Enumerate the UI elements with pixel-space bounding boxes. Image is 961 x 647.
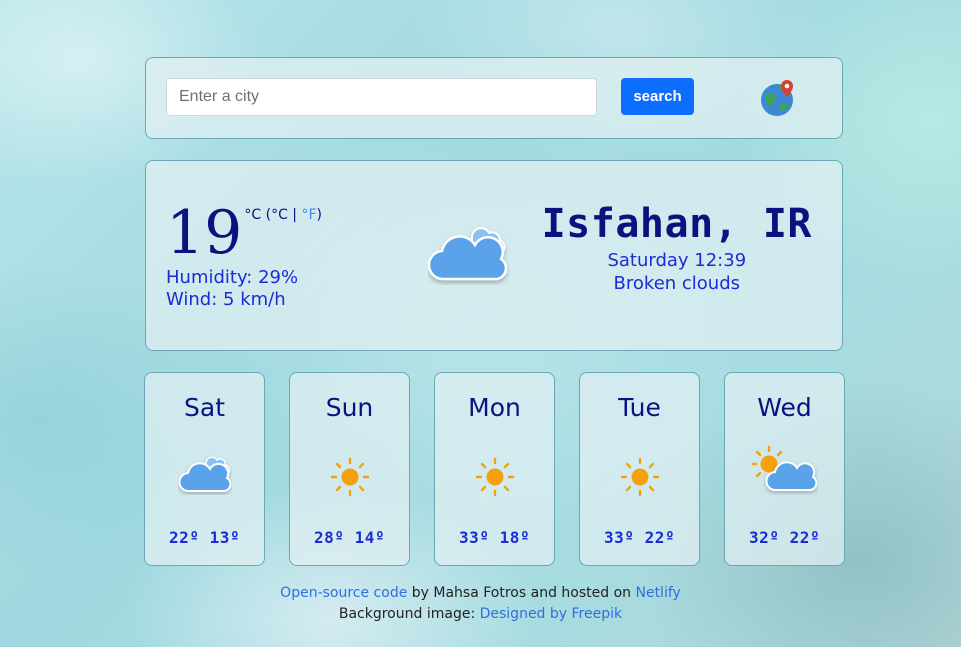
footer: Open-source code by Mahsa Fotros and hos… — [0, 583, 961, 625]
forecast-day: Tue — [618, 393, 661, 422]
city-name: Isfahan, IR — [541, 201, 812, 247]
sun-icon — [620, 457, 660, 501]
search-panel: search — [145, 57, 843, 139]
current-temperature: 19 — [166, 198, 243, 268]
forecast-day: Wed — [757, 393, 812, 422]
forecast-card: Tue 33º 22º — [579, 372, 700, 566]
forecast-temperatures: 33º 22º — [604, 528, 675, 547]
city-search-input[interactable] — [166, 78, 597, 116]
broken-clouds-icon — [427, 213, 510, 285]
current-weather-panel: 19 °C (°C | °F) Humidity: 29% Wind: 5 km/… — [145, 160, 843, 351]
forecast-card: Mon 33º 18º — [434, 372, 555, 566]
broken-clouds-icon — [178, 447, 232, 499]
forecast-temperatures: 33º 18º — [459, 528, 530, 547]
temperature-block: 19 °C (°C | °F) Humidity: 29% Wind: 5 km/… — [166, 199, 322, 311]
freepik-link[interactable]: Designed by Freepik — [480, 606, 623, 622]
unit-label: °C — [244, 207, 262, 223]
sun-icon — [475, 457, 515, 501]
location-block: Isfahan, IR Saturday 12:39 Broken clouds — [542, 199, 812, 295]
forecast-card: Wed 32º 22º — [724, 372, 845, 566]
forecast-day: Mon — [468, 393, 521, 422]
forecast-day: Sun — [325, 393, 374, 422]
celsius-link[interactable]: °C — [271, 207, 288, 223]
footer-bg-text: Background image: — [338, 606, 480, 622]
unit-paren-open: ( — [261, 207, 272, 223]
unit-toggle: °C (°C | °F) — [244, 207, 322, 223]
wind-speed: Wind: 5 km/h — [166, 289, 286, 310]
fahrenheit-link[interactable]: °F — [301, 207, 316, 223]
unit-separator: | — [287, 207, 302, 223]
forecast-temperatures: 28º 14º — [314, 528, 385, 547]
humidity: Humidity: 29% — [166, 267, 299, 288]
sun-icon — [330, 457, 370, 501]
footer-by-text: by Mahsa Fotros and hosted on — [407, 585, 636, 601]
netlify-link[interactable]: Netlify — [635, 585, 680, 601]
globe-location-icon — [761, 80, 793, 116]
forecast-day: Sat — [184, 393, 225, 422]
unit-paren-close: ) — [316, 207, 322, 223]
date-time: Saturday 12:39 — [607, 250, 747, 271]
open-source-link[interactable]: Open-source code — [280, 585, 407, 601]
search-button[interactable]: search — [621, 78, 694, 115]
current-location-button[interactable] — [760, 78, 798, 118]
forecast-temperatures: 32º 22º — [749, 528, 820, 547]
footer-background-line: Background image: Designed by Freepik — [0, 604, 961, 625]
footer-credits-line: Open-source code by Mahsa Fotros and hos… — [0, 583, 961, 604]
partly-cloudy-icon — [750, 445, 818, 499]
weather-description: Broken clouds — [613, 273, 741, 294]
forecast-temperatures: 22º 13º — [169, 528, 240, 547]
forecast-card: Sun 28º 14º — [289, 372, 410, 566]
forecast-card: Sat 22º 13º — [144, 372, 265, 566]
